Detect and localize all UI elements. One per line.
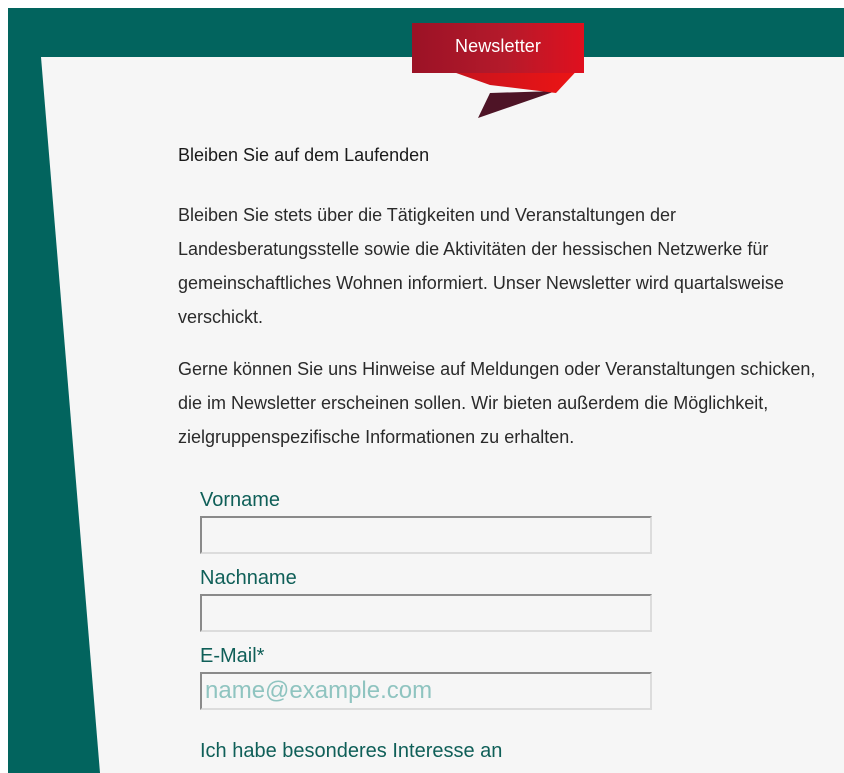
newsletter-ribbon: Newsletter <box>408 23 598 123</box>
intro-paragraph: Bleiben Sie stets über die Tätigkeiten u… <box>178 205 784 327</box>
ribbon-fold <box>478 91 556 118</box>
newsletter-intro: Bleiben Sie auf dem Laufenden Bleiben Si… <box>178 142 838 454</box>
section-heading: Bleiben Sie auf dem Laufenden <box>178 145 430 165</box>
newsletter-form: Vorname Nachname E-Mail* <box>200 486 660 720</box>
ribbon-label: Newsletter <box>454 36 542 56</box>
lastname-input[interactable] <box>200 594 652 632</box>
email-input[interactable] <box>200 672 652 710</box>
lastname-label: Nachname <box>200 567 297 589</box>
firstname-input[interactable] <box>200 516 652 554</box>
info-paragraph: Gerne können Sie uns Hinweise auf Meldun… <box>178 359 816 447</box>
newsletter-page: Newsletter Bleiben Sie auf dem Laufenden… <box>0 0 844 773</box>
interest-label: Ich habe besonderes Interesse an <box>200 740 503 762</box>
firstname-label: Vorname <box>200 489 281 511</box>
email-label: E-Mail* <box>200 645 265 667</box>
